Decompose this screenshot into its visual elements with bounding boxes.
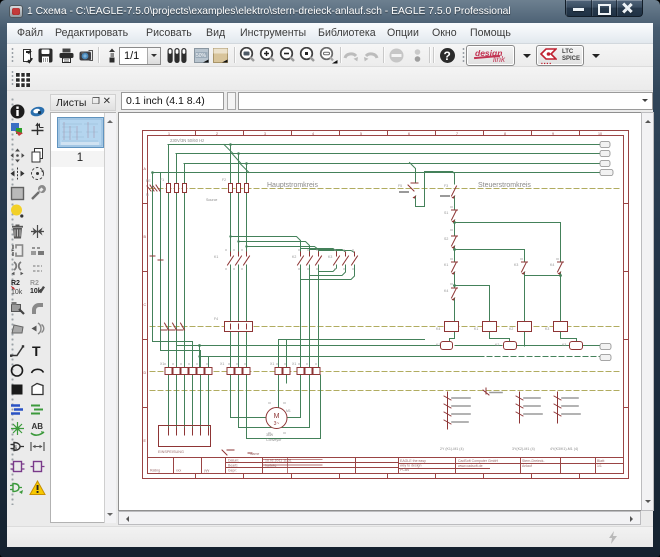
svg-text:CadSoft Computer GmbH: CadSoft Computer GmbH [458, 459, 499, 463]
svg-text:PE: PE [146, 179, 151, 183]
svg-text:7: 7 [456, 132, 458, 136]
svg-text:R2: R2 [30, 280, 39, 287]
svg-text:3Y(K2)-M1 (4): 3Y(K2)-M1 (4) [512, 447, 535, 451]
svg-text:10: 10 [598, 132, 602, 136]
svg-text:yyy: yyy [204, 469, 210, 473]
svg-text:F5: F5 [398, 184, 402, 188]
svg-text:S2: S2 [444, 237, 448, 241]
svg-text:X1: X1 [160, 362, 164, 366]
svg-text:Datum:: Datum: [228, 459, 239, 463]
svg-text:K3: K3 [545, 327, 549, 331]
svg-text:Rating: Rating [150, 469, 160, 473]
svg-text:EINSPEISUNG: EINSPEISUNG [158, 450, 184, 454]
svg-text:F4: F4 [214, 317, 218, 321]
svg-text:K1: K1 [444, 263, 448, 267]
svg-text:Conveyor: Conveyor [266, 438, 282, 442]
svg-text:K4: K4 [444, 289, 448, 293]
svg-text:?: ? [444, 49, 451, 63]
svg-text:K1: K1 [436, 343, 440, 347]
svg-text:T: T [32, 343, 41, 359]
svg-text:X1: X1 [292, 362, 296, 366]
svg-text:M1: M1 [286, 409, 291, 413]
svg-text:K3: K3 [562, 343, 566, 347]
svg-text:X1: X1 [270, 362, 274, 366]
svg-text:10k: 10k [11, 289, 23, 295]
svg-text:C: C [144, 303, 147, 307]
svg-text:3~: 3~ [274, 421, 280, 427]
svg-text:Anlauf: Anlauf [522, 464, 532, 468]
svg-text:230V/3N 50/60 Hz: 230V/3N 50/60 Hz [170, 138, 204, 143]
svg-text:1/1: 1/1 [597, 464, 602, 468]
svg-text:Name: Name [250, 452, 259, 456]
svg-text:4Y(K3/K1)-M1 (4): 4Y(K3/K1)-M1 (4) [550, 447, 578, 451]
svg-text:B: B [144, 235, 147, 239]
svg-text:F2: F2 [222, 178, 226, 182]
svg-text:way to design: way to design [400, 464, 421, 468]
svg-text:3kW: 3kW [266, 433, 274, 437]
svg-text:X1: X1 [220, 362, 224, 366]
svg-text:F1: F1 [160, 178, 164, 182]
svg-text:K1: K1 [474, 327, 478, 331]
svg-text:50%: 50% [196, 53, 207, 59]
svg-text:S1: S1 [444, 211, 448, 215]
svg-text:M: M [274, 413, 280, 420]
svg-text:3: 3 [264, 132, 266, 136]
svg-text:4: 4 [312, 132, 314, 136]
svg-text:K4: K4 [550, 263, 554, 267]
svg-text:N: N [146, 193, 149, 197]
svg-text:R2: R2 [11, 280, 20, 287]
svg-text:EAGLE the easy: EAGLE the easy [400, 459, 426, 463]
svg-text:9: 9 [552, 132, 554, 136]
svg-text:Stern-Dreieck-: Stern-Dreieck- [522, 459, 545, 463]
svg-text:K4: K4 [436, 327, 440, 331]
svg-text:D: D [144, 371, 147, 375]
svg-text:F3: F3 [444, 184, 448, 188]
svg-text:K1: K1 [214, 255, 218, 259]
svg-text:hartwig: hartwig [265, 464, 276, 468]
svg-text:E: E [144, 439, 147, 443]
svg-text:xxx: xxx [176, 469, 182, 473]
svg-text:Hauptstromkreis: Hauptstromkreis [267, 182, 318, 189]
svg-text:K2: K2 [292, 255, 296, 259]
svg-text:1: 1 [168, 132, 170, 136]
svg-text:8: 8 [504, 132, 506, 136]
svg-text:5: 5 [360, 132, 362, 136]
svg-text:K3: K3 [514, 263, 518, 267]
svg-text:AB: AB [32, 422, 44, 431]
svg-text:Steuerstromkreis: Steuerstromkreis [478, 182, 531, 189]
svg-text:&: & [14, 446, 18, 452]
svg-text:K2: K2 [495, 343, 499, 347]
svg-text:PCBs: PCBs [400, 468, 409, 472]
svg-text:Source: Source [206, 198, 217, 202]
svg-text:2Y (K1)-M1 (4): 2Y (K1)-M1 (4) [440, 447, 464, 451]
svg-text:Blatt:: Blatt: [597, 459, 605, 463]
svg-text:K3: K3 [328, 255, 332, 259]
svg-text:K2: K2 [509, 327, 513, 331]
svg-text:A: A [144, 167, 147, 171]
svg-text:Bearb:: Bearb: [228, 464, 238, 468]
svg-text:www.cadsoft.de: www.cadsoft.de [458, 464, 483, 468]
svg-text:Gepr:: Gepr: [228, 469, 237, 473]
svg-text:6: 6 [408, 132, 410, 136]
svg-text:2: 2 [216, 132, 218, 136]
